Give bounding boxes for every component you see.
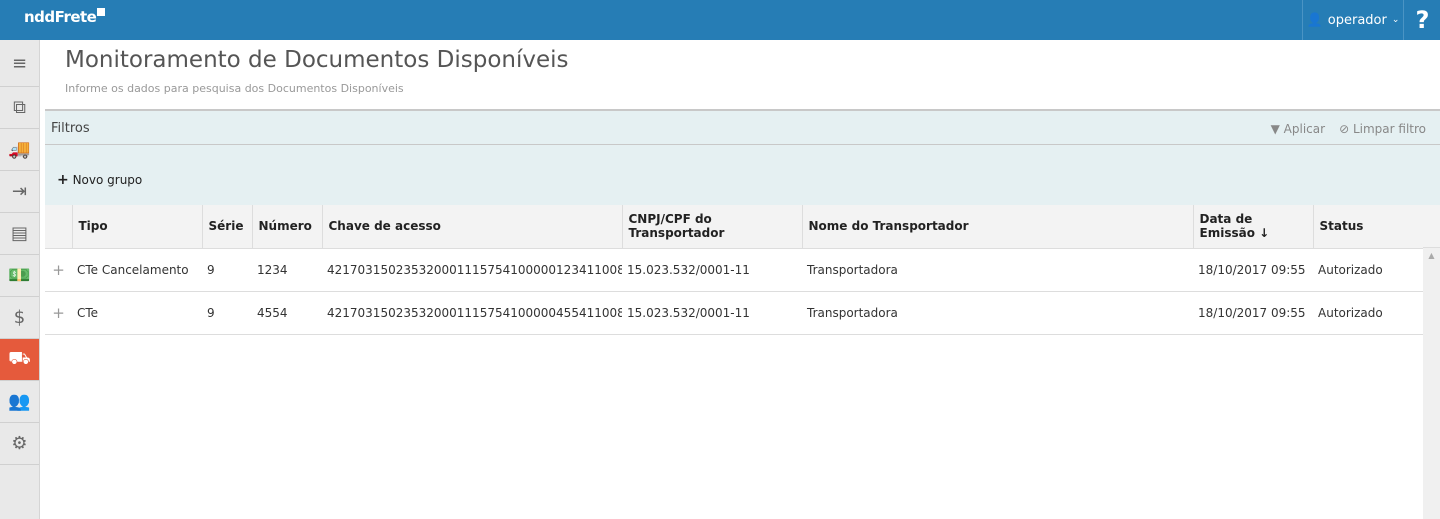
table-cell: 4217031502353200011157541000001234110080…	[322, 248, 622, 292]
clear-label: Limpar filtro	[1352, 122, 1426, 136]
column-header[interactable]: Série	[202, 205, 253, 249]
page-subtitle: Informe os dados para pesquisa dos Docum…	[65, 82, 404, 95]
column-header[interactable]: Data de Emissão ↓	[1193, 205, 1314, 249]
page-title: Monitoramento de Documentos Disponíveis	[65, 47, 569, 73]
filter-bar: Filtros ▼ Aplicar ⊘ Limpar filtro	[45, 109, 1440, 145]
column-header[interactable]: Tipo	[72, 205, 203, 249]
sidebar-item-2[interactable]: 🚚	[0, 129, 39, 171]
table-cell: 15.023.532/0001-11	[622, 248, 802, 292]
table-row[interactable]: + CTe Cancelamento 9 1234 421703150235320001…	[45, 248, 1423, 292]
user-name: operador	[1327, 12, 1387, 28]
documents-table: Tipo Série Número Chave de acesso CNPJ/CPF d…	[45, 205, 1424, 335]
sidebar-item-0[interactable]: ≡	[0, 40, 39, 87]
table-cell: 15.023.532/0001-11	[622, 291, 802, 335]
sidebar-item-5[interactable]: 💵	[0, 255, 39, 297]
sidebar: ≡ ⧉ 🚚 ⇥ ▤ 💵 $ ⛟ 👥 ⚙	[0, 40, 40, 519]
table-cell: Transportadora	[802, 291, 1193, 335]
clear-filter-button[interactable]: ⊘ Limpar filtro	[1339, 122, 1426, 136]
table-cell: 18/10/2017 09:55	[1193, 248, 1313, 292]
column-header[interactable]: Chave de acesso	[322, 205, 623, 249]
column-header[interactable]: Status	[1313, 205, 1424, 249]
apply-label: Aplicar	[1283, 122, 1326, 136]
logo[interactable]: nddFrete	[24, 8, 106, 26]
logo-text: nddFrete	[24, 8, 97, 26]
new-group-button[interactable]: + Novo grupo	[57, 172, 142, 188]
vertical-scrollbar[interactable]: ▲	[1423, 205, 1440, 519]
table-cell: 4554	[252, 291, 322, 335]
sidebar-item-1[interactable]: ⧉	[0, 87, 39, 129]
filter-icon: ▼	[1270, 122, 1280, 136]
help-button[interactable]: ?	[1405, 0, 1440, 40]
table-cell: 1234	[252, 248, 322, 292]
plus-icon: +	[57, 172, 69, 188]
sidebar-item-6[interactable]: $	[0, 297, 39, 339]
table-cell: 9	[202, 291, 252, 335]
user-menu[interactable]: 👤 operador ⌄	[1302, 0, 1404, 40]
expand-row-icon[interactable]: +	[45, 248, 72, 292]
filter-label: Filtros	[51, 121, 90, 136]
sidebar-item-8[interactable]: 👥	[0, 381, 39, 423]
table-cell: 4217031502353200011157541000004554110080…	[322, 291, 622, 335]
file-icon: ▤	[10, 223, 28, 244]
menu-icon: ≡	[11, 52, 28, 74]
apply-button[interactable]: ▼ Aplicar	[1271, 122, 1325, 136]
chevron-down-icon: ⌄	[1391, 15, 1400, 25]
table-cell: 18/10/2017 09:55	[1193, 291, 1313, 335]
top-bar: nddFrete 👤 operador ⌄ ?	[0, 0, 1440, 40]
table-cell: 9	[202, 248, 252, 292]
user-icon: 👤	[1306, 12, 1323, 28]
truck-icon: 🚚	[8, 139, 31, 160]
currency-exchange-icon: $	[13, 307, 26, 328]
scroll-up-icon[interactable]: ▲	[1423, 251, 1440, 260]
column-header[interactable]: Nome do Transportador	[802, 205, 1194, 249]
table-cell: CTe Cancelamento	[72, 248, 202, 292]
sidebar-item-3[interactable]: ⇥	[0, 171, 39, 213]
new-group-label: Novo grupo	[72, 173, 143, 187]
documents-icon: ⧉	[13, 97, 26, 118]
sidebar-item-7[interactable]: ⛟	[0, 339, 39, 381]
expand-row-icon[interactable]: +	[45, 291, 72, 335]
column-header[interactable]: CNPJ/CPF do Transportador	[622, 205, 803, 249]
money-icon: 💵	[8, 265, 31, 286]
table-cell: CTe	[72, 291, 202, 335]
table-cell: Transportadora	[802, 248, 1193, 292]
table-cell: Autorizado	[1313, 248, 1423, 292]
delivery-truck-icon: ⛟	[8, 347, 31, 369]
ban-icon: ⊘	[1339, 122, 1350, 136]
table-cell: Autorizado	[1313, 291, 1423, 335]
settings-icon: ⚙	[11, 433, 28, 454]
sidebar-item-4[interactable]: ▤	[0, 213, 39, 255]
logo-mark	[97, 8, 106, 16]
sidebar-item-9[interactable]: ⚙	[0, 423, 39, 465]
users-icon: 👥	[8, 391, 31, 412]
table-row[interactable]: + CTe 9 4554 4217031502353200011157541000004…	[45, 291, 1423, 335]
expand-column-header	[45, 205, 73, 249]
export-icon: ⇥	[11, 181, 28, 202]
filter-group-area: + Novo grupo	[45, 145, 1440, 205]
column-header[interactable]: Número	[252, 205, 323, 249]
